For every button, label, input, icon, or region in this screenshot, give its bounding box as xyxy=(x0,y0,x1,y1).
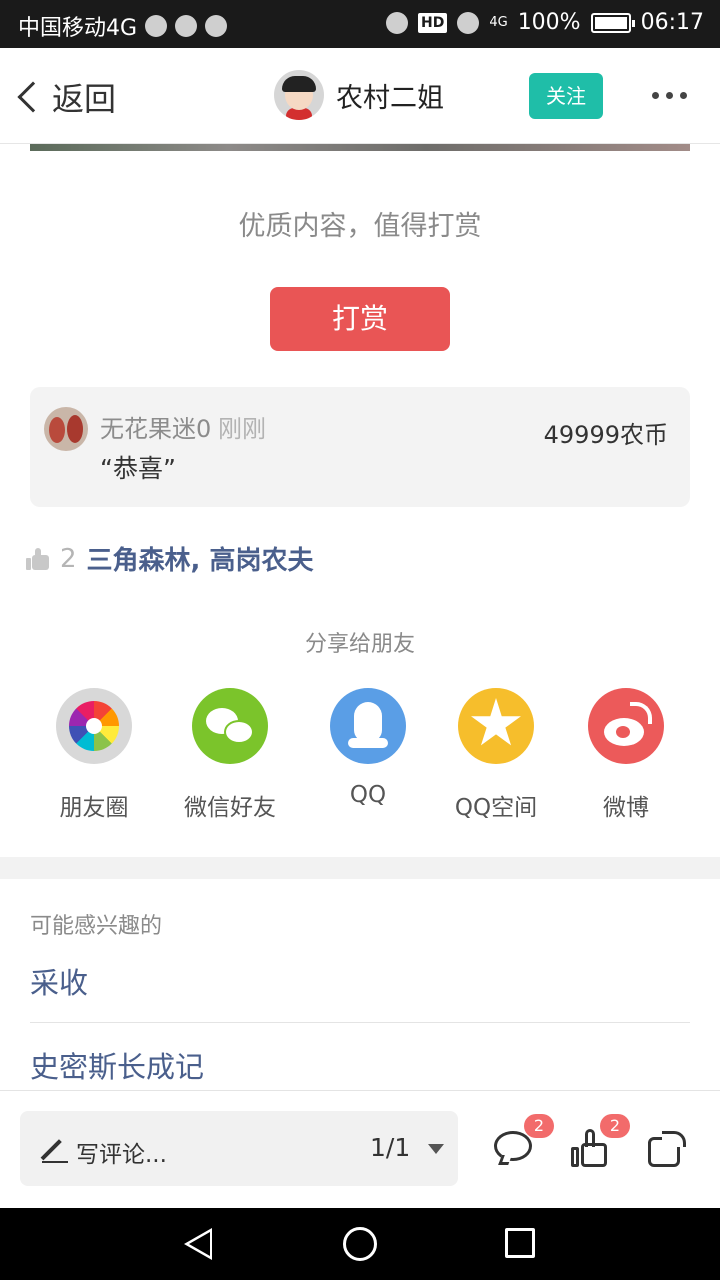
like-icon-stem xyxy=(571,1147,579,1167)
system-back-icon[interactable] xyxy=(184,1228,212,1260)
related-article-link[interactable]: 采收 xyxy=(30,960,690,1002)
share-qzone[interactable]: QQ空间 xyxy=(426,688,566,822)
qq-icon[interactable] xyxy=(330,688,406,764)
follow-button[interactable]: 关注 xyxy=(529,73,603,119)
wechat-icon[interactable] xyxy=(192,688,268,764)
system-home-icon[interactable] xyxy=(343,1227,377,1261)
comment-count-badge: 2 xyxy=(524,1114,554,1138)
status-bar: 中国移动4G HD 4G 100% 06:17 xyxy=(0,0,720,48)
thumb-up-icon xyxy=(26,547,50,571)
page-indicator[interactable]: 1/1 xyxy=(370,1133,410,1162)
hd-icon: HD xyxy=(417,12,448,33)
section-divider xyxy=(0,857,720,879)
like-count-badge: 2 xyxy=(600,1114,630,1138)
rewarder-avatar[interactable] xyxy=(44,407,88,451)
carrier-label: 中国移动4G xyxy=(18,16,138,41)
top-nav-bar: 返回 农村二姐 关注 xyxy=(0,48,720,144)
system-navigation-bar xyxy=(0,1208,720,1280)
back-button[interactable]: 返回 xyxy=(14,74,116,120)
author-name[interactable]: 农村二姐 xyxy=(336,76,444,115)
wifi-icon xyxy=(457,11,480,34)
reward-button[interactable]: 打赏 xyxy=(270,287,450,351)
likes-count: 2 xyxy=(60,543,77,574)
share-label: QQ xyxy=(349,782,387,808)
share-button[interactable] xyxy=(648,1129,688,1169)
comment-placeholder: 写评论... xyxy=(76,1142,167,1168)
chevron-left-icon xyxy=(17,81,49,113)
network-type: 4G xyxy=(489,15,508,30)
qzone-icon[interactable] xyxy=(458,688,534,764)
comment-icon xyxy=(494,1131,532,1161)
notification-icon xyxy=(145,15,168,37)
alarm-icon xyxy=(385,11,408,34)
share-wechat[interactable]: 微信好友 xyxy=(160,688,300,822)
clock: 06:17 xyxy=(640,10,704,35)
share-moments[interactable]: 朋友圈 xyxy=(24,688,164,822)
more-options-icon[interactable] xyxy=(652,92,687,99)
comment-input[interactable]: 写评论... 1/1 xyxy=(20,1111,458,1186)
author-avatar[interactable] xyxy=(274,70,324,120)
reward-amount: 49999农币 xyxy=(543,421,668,449)
related-article-link[interactable]: 史密斯长成记 xyxy=(30,1044,690,1086)
thumb-up-icon xyxy=(581,1143,607,1167)
system-recents-icon[interactable] xyxy=(505,1228,535,1258)
rewarder-name[interactable]: 无花果迷0 xyxy=(100,409,211,444)
likes-user-names[interactable]: 三角森林, 高岗农夫 xyxy=(87,540,314,577)
pencil-icon xyxy=(40,1139,62,1161)
pencil-base xyxy=(42,1161,68,1163)
bottom-action-bar: 写评论... 1/1 2 2 xyxy=(0,1090,720,1208)
share-title: 分享给朋友 xyxy=(304,632,415,657)
weibo-icon[interactable] xyxy=(588,688,664,764)
caret-down-icon[interactable] xyxy=(428,1144,444,1154)
reward-record-card: 无花果迷0 刚刚 “恭喜” 49999农币 xyxy=(30,387,690,507)
share-label: 朋友圈 xyxy=(59,795,129,821)
share-label: 微信好友 xyxy=(184,795,276,821)
article-image-bottom xyxy=(30,144,690,151)
share-icon-arrow xyxy=(662,1131,686,1147)
share-label: QQ空间 xyxy=(454,795,538,821)
moments-icon[interactable] xyxy=(56,688,132,764)
share-weibo[interactable]: 微博 xyxy=(556,688,696,822)
share-label: 微博 xyxy=(603,795,649,821)
reward-message: “恭喜” xyxy=(100,454,176,483)
share-qq[interactable]: QQ xyxy=(298,688,438,808)
author-info[interactable]: 农村二姐 xyxy=(274,70,444,120)
battery-percent: 100% xyxy=(517,10,581,35)
chat-notification-icon xyxy=(175,15,198,37)
interest-title: 可能感兴趣的 xyxy=(30,914,163,939)
comment-icon-tail xyxy=(498,1155,512,1165)
list-divider xyxy=(30,1022,690,1023)
reward-prompt: 优质内容，值得打赏 xyxy=(238,211,482,242)
back-label: 返回 xyxy=(52,80,117,118)
app-notification-icon xyxy=(205,15,228,37)
battery-icon xyxy=(590,12,635,33)
likes-row: 2 三角森林, 高岗农夫 xyxy=(26,540,313,577)
reward-time: 刚刚 xyxy=(218,415,266,443)
